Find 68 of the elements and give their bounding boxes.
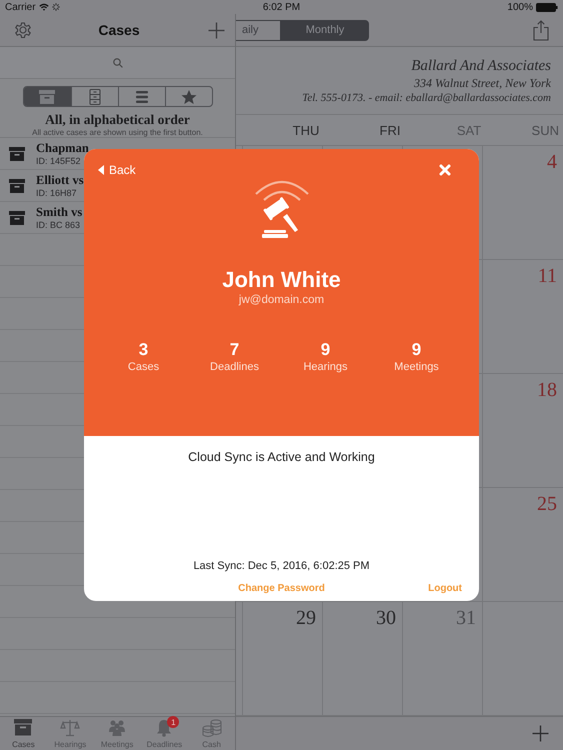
tab-bar-item[interactable]: Deadlines 1: [140, 717, 188, 750]
weekday-label: FRI: [378, 122, 402, 138]
archive-box-icon: [8, 178, 26, 194]
filter-title: All, in alphabetical order: [45, 112, 190, 128]
filter-segment[interactable]: [24, 87, 70, 106]
link[interactable]: Logout: [428, 582, 462, 596]
last-sync-time: Last Sync: Dec 5, 2016, 6:02:25 PM: [193, 559, 370, 574]
weekday-label: SAT: [456, 122, 482, 138]
weekday-label: THU: [292, 122, 320, 138]
link[interactable]: Change Password: [238, 582, 325, 596]
view-tab[interactable]: Monthly: [281, 20, 369, 40]
tab-bar-item[interactable]: Meetings: [94, 717, 141, 750]
day-number: 30: [376, 606, 396, 630]
case-id: ID: BC 863: [36, 219, 82, 231]
carrier-label: Carrier: [5, 2, 36, 12]
letterhead-contact: Tel. 555-0173. - email: eballard@ballardassociates.com: [302, 90, 551, 104]
stat-label: Hearings: [303, 360, 348, 374]
wifi-icon: [38, 3, 49, 11]
settings-icon[interactable]: [13, 20, 33, 40]
stat-value: 9: [320, 340, 330, 360]
stat-value: 3: [138, 340, 148, 360]
plus-icon[interactable]: [532, 725, 549, 742]
search-icon: [112, 58, 122, 68]
day-number: 4: [547, 150, 557, 174]
activity-spinner-icon: [52, 3, 60, 11]
letterhead-name: Ballard And Associates: [411, 56, 551, 74]
share-icon[interactable]: [533, 20, 549, 40]
case-name[interactable]: Chapman: [36, 141, 89, 155]
case-name[interactable]: Elliott vs: [36, 173, 84, 187]
battery-percentage: 100%: [507, 2, 533, 12]
close-icon: [439, 164, 451, 176]
clock-time: 6:02 PM: [262, 2, 300, 12]
back-button[interactable]: Back: [98, 163, 136, 177]
sync-status: Cloud Sync is Active and Working: [188, 449, 375, 465]
day-number: 29: [296, 606, 316, 630]
day-number: 18: [537, 378, 557, 402]
letterhead-address: 334 Walnut Street, New York: [414, 74, 551, 90]
user-name: John White: [222, 267, 341, 293]
notification-badge: 1: [167, 716, 180, 728]
tab-bar-item[interactable]: Cases: [0, 717, 47, 750]
archive-box-icon: [8, 146, 26, 162]
day-number: 25: [537, 492, 557, 516]
stat-label: Meetings: [394, 360, 439, 374]
case-id: ID: 145F52: [36, 155, 82, 167]
plus-icon[interactable]: [208, 22, 225, 38]
people-icon: [107, 718, 128, 738]
filter-hint: All active cases are shown using the first button.: [32, 128, 203, 137]
pane-title: Cases: [98, 22, 140, 38]
stat-value: 7: [230, 340, 240, 360]
case-name[interactable]: Smith vs: [36, 205, 82, 219]
close-button[interactable]: [439, 164, 451, 176]
user-email: jw@domain.com: [238, 293, 324, 307]
scales-icon: [60, 718, 80, 738]
tab-bar-item[interactable]: Hearings: [46, 717, 94, 750]
day-number: 11: [538, 264, 557, 288]
stat-label: Deadlines: [210, 360, 259, 374]
archive-box-icon: [38, 89, 56, 105]
back-triangle-icon: [98, 165, 104, 175]
battery-icon: [536, 2, 558, 12]
weekday-label: SUN: [530, 122, 560, 138]
star-icon: [180, 89, 198, 105]
coins-icon: [202, 718, 222, 738]
tab-bar-item[interactable]: Cash: [188, 717, 235, 750]
archive-box-icon: [8, 210, 26, 226]
stat-value: 9: [412, 340, 422, 360]
day-number: 31: [456, 606, 476, 630]
case-id: ID: 16H87: [36, 187, 78, 199]
stat-label: Cases: [128, 360, 160, 374]
